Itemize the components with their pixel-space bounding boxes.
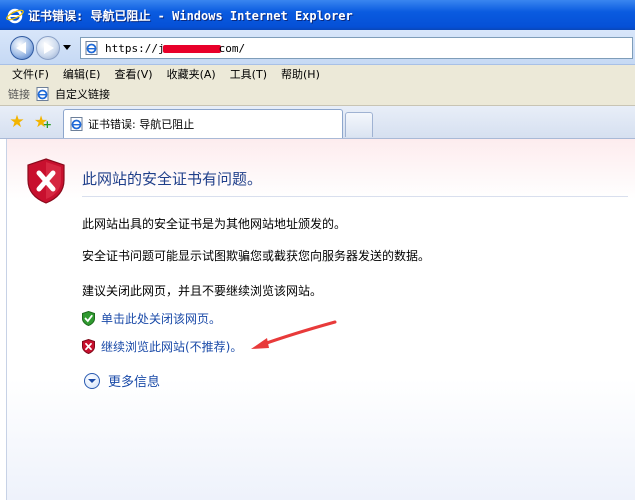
more-info-row: 更多信息 [82,371,160,390]
error-page: 此网站的安全证书有问题。 此网站出具的安全证书是为其他网站地址颁发的。 安全证书… [6,139,635,500]
expand-arrow-icon[interactable] [84,372,100,389]
ie-logo-icon [6,6,24,24]
tab-bar: ★ ★ + 证书错误: 导航已阻止 [0,106,635,139]
address-field[interactable]: https://j com/ [80,37,633,59]
tab-label: 证书错误: 导航已阻止 [88,118,195,131]
window-title: 证书错误: 导航已阻止 - Windows Internet Explorer [28,8,353,23]
favorites-star-icon[interactable]: ★ [8,113,26,131]
forward-icon [44,42,54,54]
tab-certificate-error[interactable]: 证书错误: 导航已阻止 [63,109,343,138]
close-page-row: 单击此处关闭该网页。 [82,310,221,327]
error-detail-2: 安全证书问题可能显示试图欺骗您或截获您向服务器发送的数据。 [82,249,431,263]
continue-to-website-link[interactable]: 继续浏览此网站(不推荐)。 [101,338,242,355]
page-icon [85,41,99,55]
menu-favorites[interactable]: 收藏夹(A) [167,66,216,82]
back-button[interactable] [10,36,34,60]
menu-help[interactable]: 帮助(H) [281,66,320,82]
add-favorites-icon[interactable]: ★ + [32,113,52,132]
divider [82,196,628,197]
links-label: 链接 [8,88,30,101]
links-bar: 链接 自定义链接 [0,83,635,106]
menu-tools[interactable]: 工具(T) [230,66,267,82]
redaction-mark [162,44,221,53]
history-dropdown-icon[interactable] [63,45,71,50]
menu-view[interactable]: 查看(V) [114,66,152,82]
recommendation-text: 建议关闭此网页，并且不要继续浏览该网站。 [82,284,323,298]
continue-row: 继续浏览此网站(不推荐)。 [82,338,242,355]
more-info-link[interactable]: 更多信息 [108,371,160,390]
new-tab-button[interactable] [345,112,373,137]
annotation-arrow-icon [251,320,337,349]
page-icon [70,117,84,131]
close-page-link[interactable]: 单击此处关闭该网页。 [101,310,221,327]
custom-links-item[interactable]: 自定义链接 [55,86,110,102]
menu-bar: 文件(F) 编辑(E) 查看(V) 收藏夹(A) 工具(T) 帮助(H) [0,65,635,83]
title-bar: 证书错误: 导航已阻止 - Windows Internet Explorer [0,0,635,30]
error-heading: 此网站的安全证书有问题。 [82,170,263,188]
menu-file[interactable]: 文件(F) [12,66,49,82]
red-shield-icon [82,338,95,355]
error-detail-1: 此网站出具的安全证书是为其他网站地址颁发的。 [82,217,347,231]
back-icon [16,42,26,54]
green-shield-icon [82,310,95,327]
forward-button[interactable] [36,36,60,60]
address-toolbar: https://j com/ [0,30,635,65]
address-text[interactable]: https://j com/ [105,42,245,55]
page-icon [36,87,50,101]
error-shield-icon [26,158,66,204]
menu-edit[interactable]: 编辑(E) [63,66,101,82]
